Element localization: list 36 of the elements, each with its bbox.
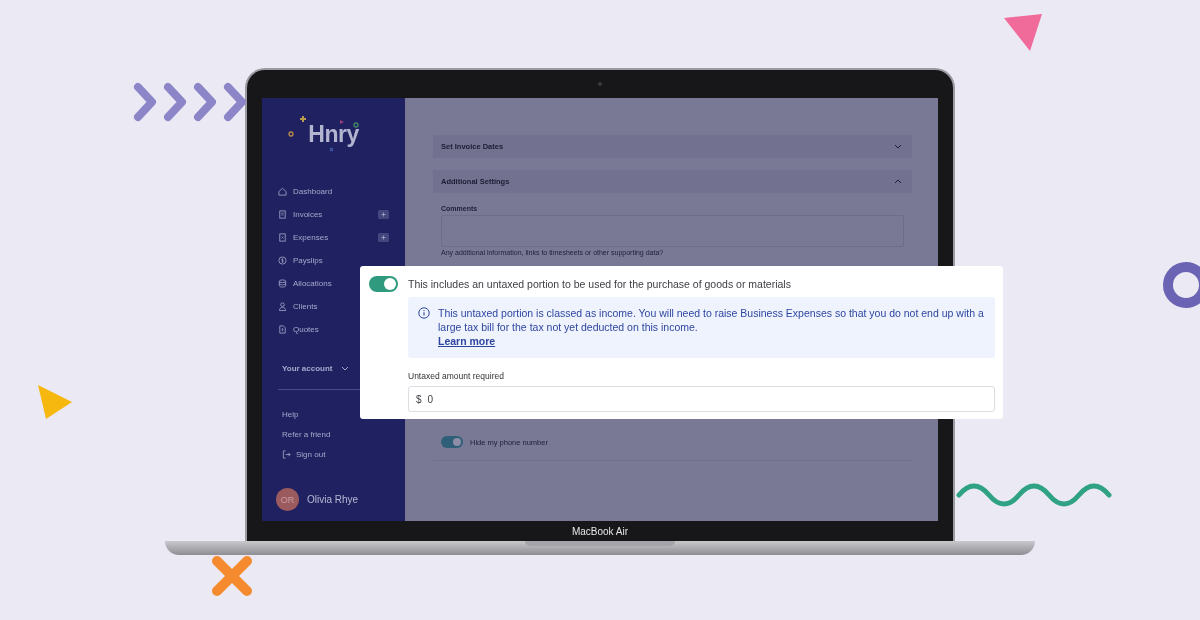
cross-drawing (211, 555, 253, 597)
sidebar-item[interactable]: Invoices (278, 203, 389, 226)
sidebar-item[interactable]: Allocations (278, 272, 389, 295)
house-icon (278, 187, 287, 196)
sign-out-icon (282, 449, 291, 459)
field-label: Untaxed amount required (408, 371, 505, 381)
dollar-coin-icon (278, 256, 287, 265)
phone-toggle[interactable] (441, 436, 463, 448)
amount-field[interactable]: $ 0 (408, 386, 995, 412)
sidebar-link[interactable]: Sign out (282, 444, 385, 464)
plus-icon[interactable] (378, 233, 389, 242)
account-menu[interactable]: Your account (262, 360, 405, 376)
sidebar-item[interactable]: Quotes (278, 318, 389, 341)
info-icon (418, 307, 430, 319)
sidebar-item[interactable]: Expenses (278, 226, 389, 249)
stack-icon (278, 279, 287, 288)
sidebar-item[interactable]: Dashboard (278, 180, 389, 203)
triangle-drawing (1004, 14, 1042, 52)
receipt-icon (278, 233, 287, 242)
untaxed-toggle[interactable] (369, 276, 398, 292)
file-icon (278, 325, 287, 334)
learn-more-link[interactable]: Learn more (438, 335, 496, 347)
device-label: MacBook Air (571, 525, 629, 537)
toggle-label: This includes an untaxed portion to be used for the purchase of goods or materials (408, 278, 791, 290)
user-name: Olivia Rhye (307, 494, 359, 505)
logo-text: Hnry (308, 120, 359, 148)
info-text: This untaxed portion is classed as income. You will need to raise Business Expenses so that you do not end up with a large tax bill for the tax not yet deducted on this income. (438, 306, 985, 334)
sidebar-link[interactable]: Refer a friend (282, 424, 385, 444)
avatar: OR (276, 488, 299, 511)
sidebar-item[interactable]: Clients (278, 295, 389, 318)
triangle-drawing (38, 385, 72, 419)
camera-dot (598, 82, 602, 86)
plus-icon[interactable] (378, 210, 389, 219)
person-icon (278, 302, 287, 311)
sidebar-item[interactable]: Payslips (278, 249, 389, 272)
document-icon (278, 210, 287, 219)
